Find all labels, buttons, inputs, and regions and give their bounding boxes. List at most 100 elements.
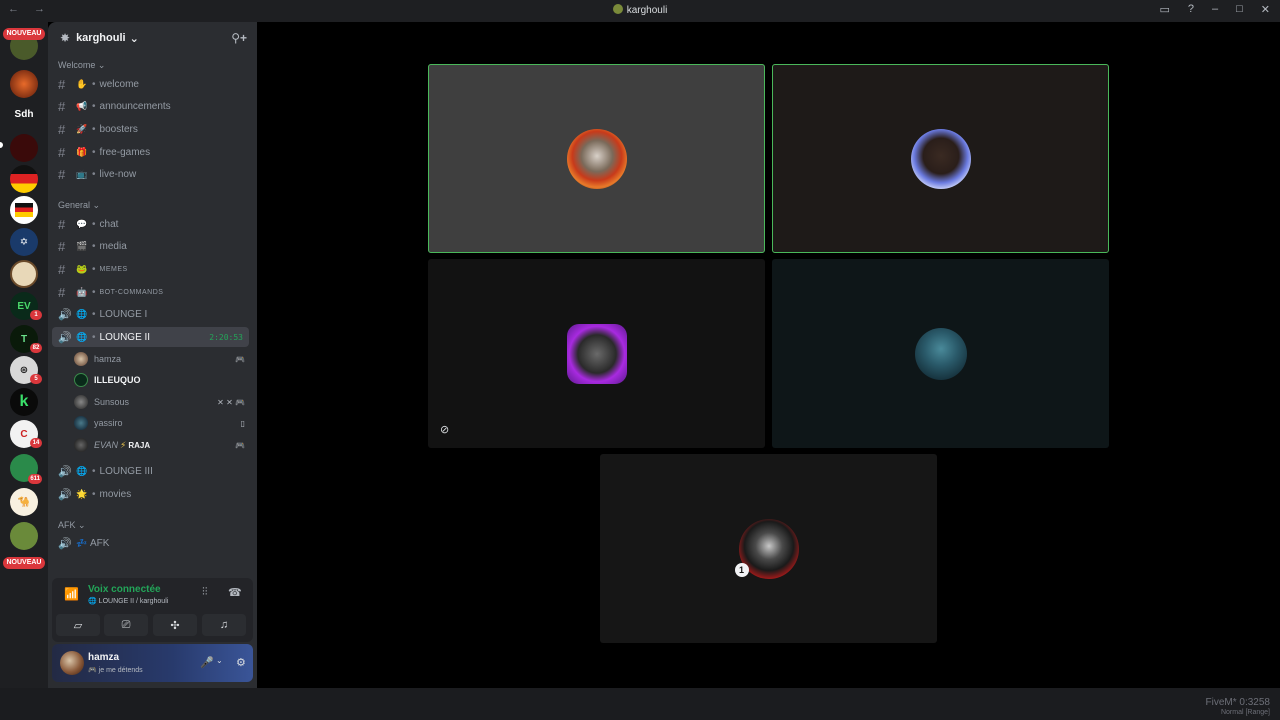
voice-connection-panel: 📶 Voix connectée 🌐 LOUNGE II / karghouli…	[52, 578, 253, 642]
voice-user-illeuquo[interactable]: ILLEUQUO	[74, 370, 249, 390]
speaker-icon: 🔊	[58, 331, 72, 344]
activities-icon: ✣	[170, 619, 180, 632]
help-icon[interactable]: ?	[1188, 3, 1194, 16]
voice-status[interactable]: Voix connectée	[88, 584, 161, 595]
server-name: karghouli	[76, 32, 126, 44]
server-header[interactable]: ✸ karghouli ⌄ ⚲+	[48, 22, 257, 54]
server-icon-2[interactable]	[10, 70, 38, 98]
chevron-down-icon[interactable]: ⌄	[216, 656, 223, 665]
hash-icon: #	[58, 166, 66, 182]
avatar	[910, 128, 971, 189]
gamepad-icon: 🎮	[235, 440, 245, 450]
avatar[interactable]	[60, 651, 84, 675]
channel-lounge-1[interactable]: 🔊 🌐 • LOUNGE I	[52, 304, 249, 324]
server-icon-5[interactable]	[10, 196, 38, 224]
globe-icon: 🌐	[76, 331, 88, 342]
call-timer: 2:20:53	[209, 332, 243, 342]
avatar: 1	[734, 518, 799, 579]
camera-off-icon: ▱	[73, 619, 83, 632]
participant-tile[interactable]: ⊘	[428, 259, 765, 448]
server-icon-kick[interactable]: k	[10, 388, 38, 416]
participant-tile[interactable]	[772, 64, 1109, 253]
hash-icon: #	[58, 76, 66, 92]
screen-share-button[interactable]: ⎚	[104, 614, 148, 636]
participant-tile[interactable]	[772, 259, 1109, 448]
channel-sidebar: ✸ karghouli ⌄ ⚲+ Welcome ⌄ # ✋ • welcome # 📢…	[48, 22, 257, 688]
server-icon-15[interactable]	[10, 522, 38, 550]
camera-button[interactable]: ▱	[56, 614, 100, 636]
popcorn-icon: 🌟	[76, 488, 88, 499]
channel-lounge-3[interactable]: 🔊 🌐 • LOUNGE III	[52, 461, 249, 481]
gamepad-icon: 🎮	[235, 354, 245, 364]
window-title-text: karghouli	[626, 5, 668, 16]
gift-icon: 🎁	[76, 146, 88, 157]
speech-bubble-icon: 💬	[76, 218, 88, 229]
channel-live-now[interactable]: # 📺 • live-now	[52, 164, 249, 184]
channel-free-games[interactable]: # 🎁 • free-games	[52, 142, 249, 162]
disconnect-icon[interactable]: ☎	[228, 586, 242, 599]
hash-icon: #	[58, 98, 66, 114]
server-icon-14[interactable]: 🐪	[10, 488, 38, 516]
channel-afk[interactable]: 🔊 💤 AFK	[52, 533, 249, 553]
speaker-icon: 🔊	[58, 488, 72, 501]
category-general[interactable]: General ⌄	[58, 200, 100, 211]
channel-bot-commands[interactable]: # 🤖 • BOT-COMMANDS	[52, 282, 249, 302]
mention-badge: 1	[30, 310, 42, 320]
channel-lounge-2[interactable]: 🔊 🌐 • LOUNGE II 2:20:53	[52, 327, 249, 347]
globe-icon: 🌐	[76, 465, 88, 476]
server-icon-7[interactable]	[10, 260, 38, 288]
category-afk[interactable]: AFK ⌄	[58, 520, 86, 531]
soundboard-button[interactable]: ♫	[202, 614, 246, 636]
lightning-icon: ⚡	[120, 439, 127, 450]
server-rail: NOUVEAU Sdh ✡ EV 1 T 82 ⊛ 5 k C 14 611 🐪…	[0, 22, 48, 688]
hash-icon: #	[58, 284, 66, 300]
status-badge: 1	[734, 562, 749, 577]
speaker-icon: 🔊	[58, 537, 72, 550]
user-status: 🎮 je me détends	[88, 667, 143, 674]
unread-pill	[0, 142, 3, 148]
avatar	[566, 128, 627, 189]
phone-icon: ▯	[240, 418, 245, 428]
maximize-icon[interactable]: □	[1236, 3, 1243, 16]
noise-suppression-icon[interactable]: ⫶⫶	[202, 586, 208, 599]
participant-tile[interactable]	[428, 64, 765, 253]
voice-user-evan-raja[interactable]: EVAN ⚡ RAJA 🎮	[74, 435, 249, 455]
avatar	[74, 416, 88, 430]
channel-media[interactable]: # 🎬 • media	[52, 236, 249, 256]
channel-chat[interactable]: # 💬 • chat	[52, 214, 249, 234]
server-badge-icon: ✸	[60, 31, 71, 45]
server-icon-3[interactable]	[10, 134, 38, 162]
add-user-icon[interactable]: ⚲+	[231, 31, 247, 45]
minimize-icon[interactable]: –	[1212, 3, 1218, 16]
server-icon-4[interactable]	[10, 165, 38, 193]
channel-announcements[interactable]: # 📢 • announcements	[52, 96, 249, 116]
hash-icon: #	[58, 216, 66, 232]
inbox-icon[interactable]: ▭	[1159, 3, 1169, 16]
activities-button[interactable]: ✣	[153, 614, 197, 636]
channel-boosters[interactable]: # 🚀 • boosters	[52, 119, 249, 139]
voice-user-hamza[interactable]: hamza 🎮	[74, 349, 249, 369]
server-icon-6[interactable]: ✡	[10, 228, 38, 256]
camera-off-icon: ⊘	[440, 424, 450, 436]
window-controls: ▭ ? – □ ✕	[1159, 3, 1270, 16]
category-welcome[interactable]: Welcome ⌄	[58, 60, 105, 71]
voice-location: 🌐 LOUNGE II / karghouli	[88, 598, 169, 605]
tv-icon: 📺	[76, 168, 88, 179]
channel-welcome[interactable]: # ✋ • welcome	[52, 74, 249, 94]
watermark-line-2: Normal [Range]	[1220, 709, 1270, 716]
close-icon[interactable]: ✕	[1261, 3, 1270, 16]
user-name[interactable]: hamza	[88, 652, 119, 663]
signal-icon[interactable]: 📶	[64, 587, 79, 601]
microphone-icon[interactable]: 🎤	[200, 656, 214, 669]
mention-badge: 82	[30, 343, 42, 353]
channel-movies[interactable]: 🔊 🌟 • movies	[52, 484, 249, 504]
server-icon-sdh[interactable]: Sdh	[10, 100, 38, 128]
settings-icon[interactable]: ⚙	[236, 656, 246, 669]
voice-user-yassiro[interactable]: yassiro ▯	[74, 413, 249, 433]
channel-memes[interactable]: # 🐸 • MEMES	[52, 259, 249, 279]
voice-user-sunsous[interactable]: Sunsous ✕ ✕ 🎮	[74, 392, 249, 412]
participant-tile[interactable]: 1	[600, 454, 937, 643]
robot-icon: 🤖	[76, 286, 88, 297]
frog-icon: 🐸	[76, 263, 88, 274]
muted-deafened-icons: ✕ ✕ 🎮	[217, 397, 245, 407]
